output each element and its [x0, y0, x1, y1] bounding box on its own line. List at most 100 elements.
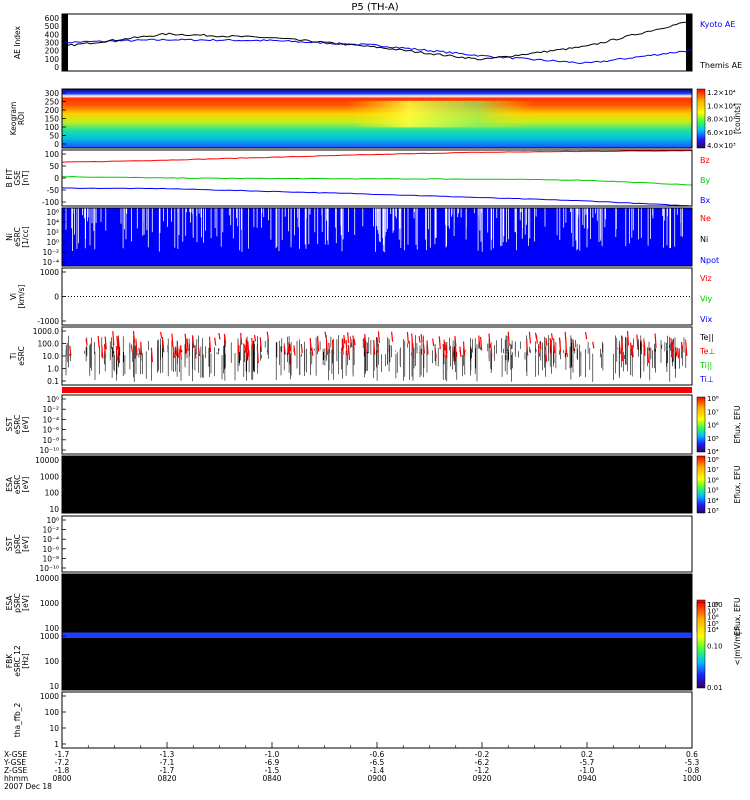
- ytick-label: 10²: [46, 228, 59, 237]
- panel-frame-ffb: [61, 691, 693, 749]
- colorbar-tick: 10⁴: [707, 626, 719, 634]
- colorbar-unit: Eflux, EFU: [733, 466, 742, 504]
- ytick-label: 0: [54, 174, 59, 183]
- ytick-label: 10⁻⁶: [42, 545, 59, 554]
- legend-label: Ti⊥: [699, 375, 714, 384]
- ytick-label: 1000.0: [33, 327, 59, 336]
- panel-ylabel: [eV]: [21, 595, 30, 611]
- xtick-label: 0940: [577, 774, 596, 783]
- legend-label: Bx: [700, 196, 710, 205]
- colorbar-tick: 10⁴: [707, 497, 719, 505]
- panel-frame-sst2: [61, 515, 693, 573]
- xtick-label: 1000: [682, 774, 701, 783]
- panel-ylabel: ROI: [17, 112, 26, 125]
- colorbar-tick: 10⁸: [707, 395, 719, 403]
- ytick-label: 10⁰: [46, 516, 59, 525]
- ytick-label: 1.0: [47, 365, 59, 374]
- ytick-label: -1000: [37, 317, 59, 326]
- panel-ylabel: [eV]: [21, 417, 30, 433]
- red-status-band: [62, 387, 692, 393]
- ytick-label: 10: [49, 724, 59, 733]
- ytick-label: 1000: [40, 692, 59, 701]
- ytick-label: 10000: [35, 574, 59, 583]
- ytick-label: -100: [42, 198, 59, 207]
- legend-label: Themis AE: [699, 61, 742, 70]
- plot-title: P5 (TH-A): [351, 2, 398, 13]
- ytick-label: 10⁻⁸: [42, 436, 59, 445]
- colorbar-tick: 10⁵: [707, 435, 719, 443]
- ytick-label: 10⁻¹⁰: [39, 446, 59, 455]
- xtick-label: 0900: [367, 774, 386, 783]
- panel-frame-sst1: [61, 394, 693, 455]
- bz-line: [61, 149, 693, 163]
- ytick-label: 10⁻⁴: [42, 535, 59, 544]
- ytick-label: 10: [49, 505, 59, 514]
- colorbar-unit: <|mV/m|>: [733, 626, 742, 666]
- legend-label: Viy: [700, 295, 713, 304]
- ytick-label: 10⁶: [46, 208, 59, 217]
- colorbar-tick: 10⁸: [707, 456, 719, 464]
- ytick-label: 10⁻⁴: [42, 415, 59, 424]
- colorbar-tick: 10⁷: [707, 466, 719, 474]
- fbk-colorbar: [696, 601, 706, 689]
- colorbar-tick: 10⁷: [707, 408, 719, 416]
- keogram-midband: [62, 100, 692, 128]
- ytick-label: 1000: [40, 599, 59, 608]
- sst1-colorbar: [696, 396, 706, 453]
- ytick-label: 10⁻²: [42, 405, 59, 414]
- panel-ylabel: AE Index: [13, 25, 22, 58]
- keogram-colorbar: [696, 88, 706, 149]
- colorbar-tick: 10⁴: [707, 448, 719, 456]
- colorbar-tick: 10³: [707, 507, 719, 515]
- xtick-label: 0800: [52, 774, 71, 783]
- ytick-label: 10⁻⁸: [42, 554, 59, 563]
- colorbar-tick: 1.0×10⁴: [707, 102, 736, 110]
- legend-label: Ne: [700, 214, 711, 223]
- kyoto-ae-line: [61, 38, 693, 64]
- panel-ylabel: [1/cc]: [21, 226, 30, 247]
- xtick-label: 0920: [472, 774, 491, 783]
- colorbar-tick: 8.0×10³: [707, 116, 736, 124]
- colorbar-unit: Eflux, EFU: [733, 406, 742, 444]
- ytick-label: 1000: [40, 632, 59, 641]
- multi-panel-plot: P5 (TH-A)6005004003002001000AE IndexKyot…: [3, 2, 742, 791]
- ytick-label: 100.0: [38, 340, 60, 349]
- ytick-label: 10⁻²: [42, 526, 59, 535]
- ytick-label: 0: [54, 63, 59, 72]
- ytick-label: 10: [49, 682, 59, 691]
- xtick-label: 0840: [262, 774, 281, 783]
- colorbar-tick: 0.10: [707, 643, 723, 651]
- panel-ylabel: tha_ffb_2: [13, 703, 22, 738]
- ytick-label: 10⁻²: [42, 248, 59, 257]
- fbk-blue-band: [62, 632, 692, 638]
- ytick-label: 10⁰: [46, 395, 59, 404]
- legend-label: Ni: [700, 235, 708, 244]
- bx-line: [61, 187, 693, 207]
- colorbar-tick: 0.01: [707, 684, 723, 692]
- colorbar-unit: [counts]: [733, 103, 742, 134]
- ytick-label: 100: [45, 657, 60, 666]
- panel-ylabel: eSRC: [17, 346, 26, 365]
- colorbar-tick: 10⁶: [707, 476, 719, 484]
- ytick-label: 100: [45, 708, 60, 717]
- ytick-label: 0.1: [47, 377, 59, 386]
- ytick-label: 1000: [40, 268, 59, 277]
- ytick-label: 10⁻¹⁰: [39, 564, 59, 573]
- ytick-label: 10⁴: [46, 218, 59, 227]
- ytick-label: 100: [45, 489, 60, 498]
- ytick-label: 10⁻⁶: [42, 426, 59, 435]
- ytick-label: 100: [45, 150, 60, 159]
- ytick-label: 0: [54, 140, 59, 149]
- colorbar-tick: 6.0×10³: [707, 129, 736, 137]
- colorbar-tick: 4.0×10³: [707, 142, 736, 150]
- panel-frame-ae: [61, 13, 693, 72]
- esa1-colorbar: [696, 455, 706, 514]
- ytick-label: 50: [49, 162, 59, 171]
- fbk-spectrogram: [62, 632, 692, 690]
- ytick-label: 1: [54, 740, 59, 749]
- colorbar-tick: 10⁶: [707, 422, 719, 430]
- ytick-label: 0: [54, 293, 59, 302]
- legend-label: Te⊥: [699, 347, 715, 356]
- panel-ylabel: [eV]: [21, 477, 30, 493]
- legend-label: Vix: [700, 315, 713, 324]
